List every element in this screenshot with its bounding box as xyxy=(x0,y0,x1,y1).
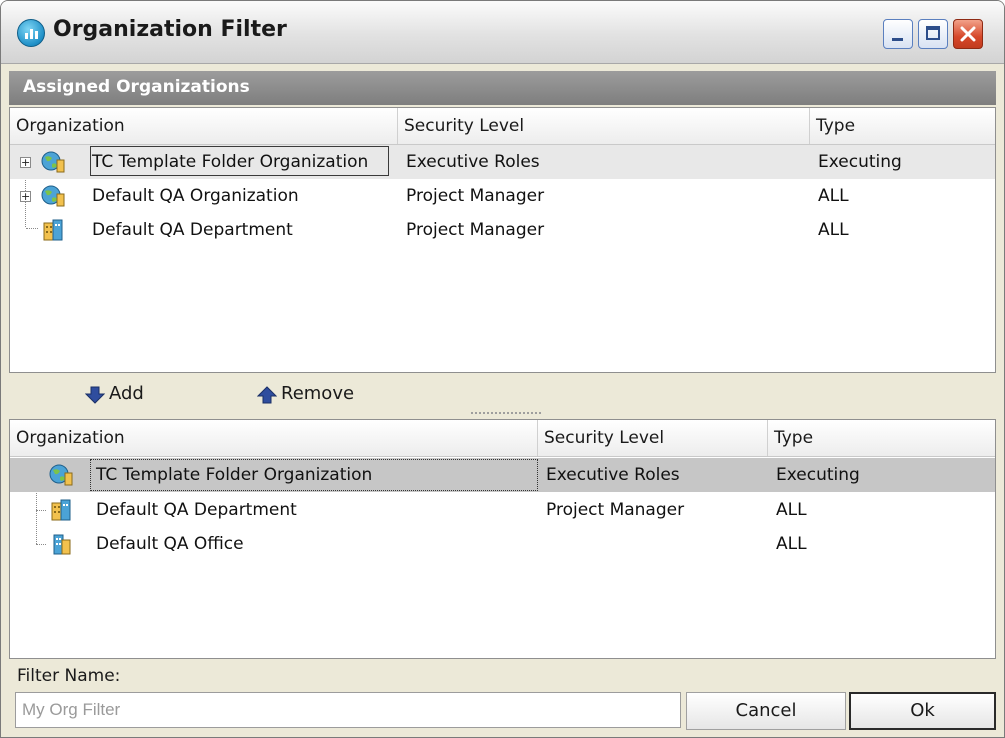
security-level-cell: Executive Roles xyxy=(546,465,680,485)
organization-cell: TC Template Folder Organization xyxy=(96,465,373,485)
title-bar[interactable]: Organization Filter xyxy=(1,1,1004,64)
maximize-button[interactable] xyxy=(918,19,948,49)
type-cell: ALL xyxy=(818,186,849,206)
column-header-security-level[interactable]: Security Level xyxy=(398,108,810,144)
assigned-column-headers: Organization Security Level Type xyxy=(10,108,995,145)
filter-name-input[interactable] xyxy=(15,692,681,728)
expand-icon[interactable]: + xyxy=(20,157,31,168)
available-column-headers: Organization Security Level Type xyxy=(10,420,995,457)
organization-cell: Default QA Organization xyxy=(92,186,299,206)
filter-name-label: Filter Name: xyxy=(17,666,121,686)
globe-organization-icon xyxy=(41,151,65,173)
type-cell: Executing xyxy=(776,465,860,485)
organization-filter-window: Organization Filter Assigned Organizatio… xyxy=(0,0,1005,738)
security-level-cell: Project Manager xyxy=(406,186,545,206)
org-filter-app-icon xyxy=(17,19,45,47)
cancel-button[interactable]: Cancel xyxy=(686,692,846,730)
type-cell: ALL xyxy=(776,500,807,520)
organization-cell: Default QA Office xyxy=(96,534,244,554)
remove-button[interactable]: Remove xyxy=(257,381,377,409)
add-button-label: Add xyxy=(109,383,144,404)
security-level-cell: Project Manager xyxy=(546,500,685,520)
table-row[interactable]: TC Template Folder Organization Executiv… xyxy=(10,458,995,492)
building-department-icon xyxy=(51,499,71,521)
table-row[interactable]: + TC Template Folder Organization Execut… xyxy=(10,145,995,179)
column-header-type[interactable]: Type xyxy=(768,420,995,456)
organization-cell: TC Template Folder Organization xyxy=(92,152,369,172)
column-header-organization[interactable]: Organization xyxy=(10,108,398,144)
table-row[interactable]: Default QA Department Project Manager AL… xyxy=(10,493,995,527)
splitter-grip[interactable] xyxy=(471,412,541,418)
column-header-security-level[interactable]: Security Level xyxy=(538,420,768,456)
close-icon xyxy=(960,26,976,42)
available-organizations-grid[interactable]: Organization Security Level Type TC Temp… xyxy=(9,419,996,659)
remove-button-label: Remove xyxy=(281,383,355,404)
globe-organization-icon xyxy=(49,464,73,486)
building-department-icon xyxy=(43,219,63,241)
arrow-down-icon xyxy=(85,386,105,404)
table-row[interactable]: Default QA Department Project Manager AL… xyxy=(10,213,995,247)
assign-toolbar: Add Remove xyxy=(9,373,996,417)
organization-cell: Default QA Department xyxy=(92,220,293,240)
type-cell: Executing xyxy=(818,152,902,172)
arrow-up-icon xyxy=(257,386,277,404)
minimize-button[interactable] xyxy=(883,19,913,49)
globe-organization-icon xyxy=(41,185,65,207)
add-button[interactable]: Add xyxy=(85,381,165,409)
expand-icon[interactable]: + xyxy=(20,191,31,202)
building-office-icon xyxy=(53,534,71,555)
type-cell: ALL xyxy=(776,534,807,554)
table-row[interactable]: Default QA Office ALL xyxy=(10,527,995,561)
assigned-organizations-grid[interactable]: Organization Security Level Type + TC Te… xyxy=(9,107,996,373)
organization-cell: Default QA Department xyxy=(96,500,297,520)
column-header-organization[interactable]: Organization xyxy=(10,420,538,456)
window-title: Organization Filter xyxy=(53,17,287,42)
column-header-type[interactable]: Type xyxy=(810,108,995,144)
security-level-cell: Executive Roles xyxy=(406,152,540,172)
ok-button[interactable]: Ok xyxy=(849,692,996,730)
type-cell: ALL xyxy=(818,220,849,240)
assigned-organizations-header: Assigned Organizations xyxy=(9,71,996,105)
assigned-organizations-title: Assigned Organizations xyxy=(23,77,250,97)
table-row[interactable]: + Default QA Organization Project Manage… xyxy=(10,179,995,213)
close-button[interactable] xyxy=(953,19,983,49)
security-level-cell: Project Manager xyxy=(406,220,545,240)
